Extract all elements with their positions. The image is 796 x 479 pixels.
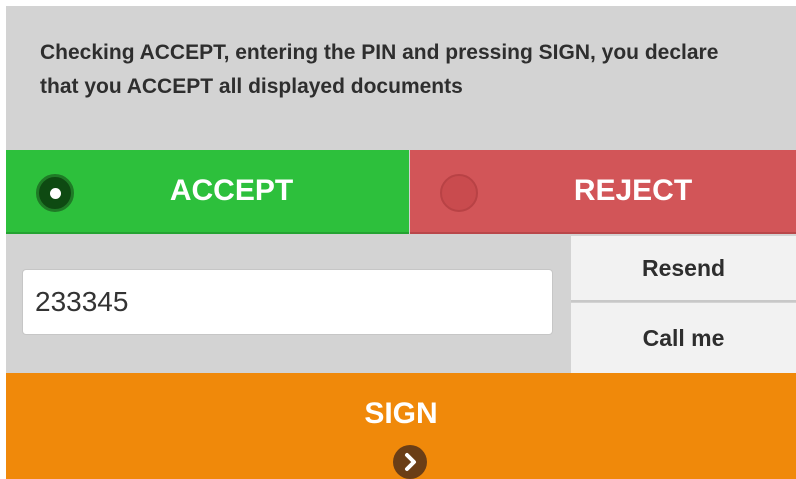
pin-input[interactable] xyxy=(22,269,553,335)
accept-radio-icon[interactable] xyxy=(36,174,74,212)
reject-option[interactable]: REJECT xyxy=(410,150,796,234)
call-me-button[interactable]: Call me xyxy=(571,303,796,373)
reject-label: REJECT xyxy=(573,174,693,207)
chevron-right-circle-icon xyxy=(393,445,427,479)
accept-label: ACCEPT xyxy=(169,174,294,207)
declaration-text: Checking ACCEPT, entering the PIN and pr… xyxy=(40,41,719,98)
sign-button[interactable]: SIGN xyxy=(6,373,796,479)
accept-option[interactable]: ACCEPT xyxy=(6,150,409,234)
resend-button[interactable]: Resend xyxy=(571,236,796,302)
reject-radio-icon[interactable] xyxy=(440,174,478,212)
sign-label: SIGN xyxy=(364,397,438,430)
signing-panel: Checking ACCEPT, entering the PIN and pr… xyxy=(6,6,796,479)
